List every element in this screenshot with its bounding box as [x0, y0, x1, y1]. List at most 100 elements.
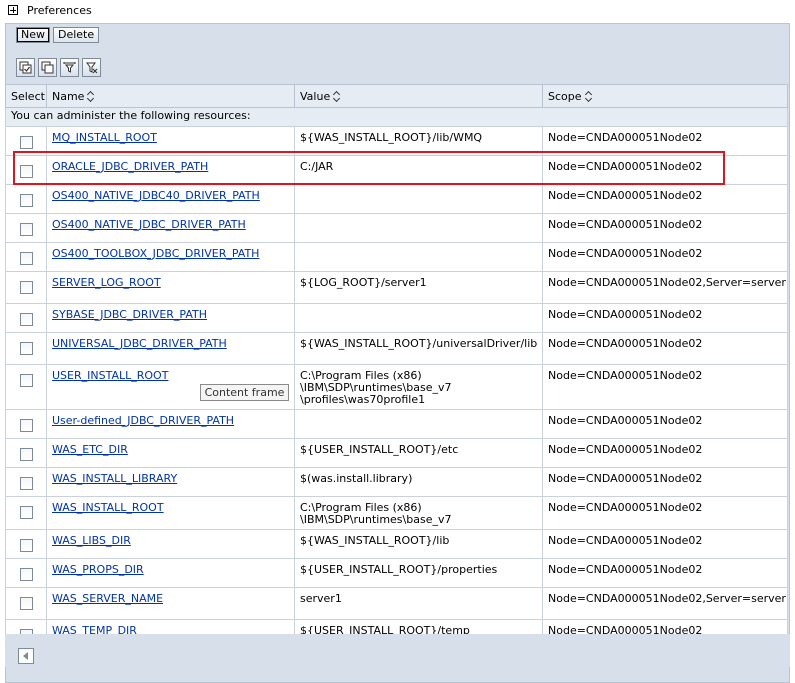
scope-cell: Node=CNDA000051Node02 — [542, 242, 788, 272]
select-cell — [5, 467, 47, 497]
value-column-header[interactable]: Value — [294, 84, 543, 108]
table-header-row: Select Name Value Scope — [5, 84, 788, 108]
table-row: WAS_PROPS_DIR ${USER_INSTALL_ROOT}/proper… — [5, 558, 788, 588]
row-select-checkbox[interactable] — [19, 165, 33, 178]
scope-cell: Node=CNDA000051Node02 — [542, 155, 788, 185]
variable-name-link[interactable]: OS400_NATIVE_JDBC_DRIVER_PATH — [52, 218, 246, 231]
row-select-checkbox[interactable] — [19, 342, 33, 355]
select-cell — [5, 184, 47, 214]
variable-name-link[interactable]: WAS_LIBS_DIR — [52, 534, 131, 547]
value-text: ${WAS_INSTALL_ROOT}/lib — [300, 534, 450, 547]
value-cell: C:/JAR — [294, 155, 543, 185]
table-row: SYBASE_JDBC_DRIVER_PATH Node=CNDA000051No… — [5, 303, 788, 333]
show-filter-icon[interactable] — [60, 58, 79, 77]
deselect-all-icon[interactable] — [38, 58, 57, 77]
select-cell — [5, 529, 47, 559]
name-column-header[interactable]: Name — [46, 84, 295, 108]
row-select-checkbox[interactable] — [19, 506, 33, 519]
row-select-checkbox[interactable] — [19, 448, 33, 461]
variable-name-link[interactable]: OS400_NATIVE_JDBC40_DRIVER_PATH — [52, 189, 260, 202]
value-text: ${LOG_ROOT}/server1 — [300, 276, 427, 289]
select-cell — [5, 126, 47, 156]
value-text: $(was.install.library) — [300, 472, 413, 485]
name-cell: MQ_INSTALL_ROOT — [46, 126, 295, 156]
pager-strip — [5, 634, 790, 667]
table-row: WAS_INSTALL_LIBRARY $(was.install.library… — [5, 467, 788, 497]
table-row: OS400_TOOLBOX_JDBC_DRIVER_PATH Node=CNDA0… — [5, 242, 788, 272]
preferences-label: Preferences — [27, 3, 92, 17]
variable-name-link[interactable]: OS400_TOOLBOX_JDBC_DRIVER_PATH — [52, 247, 259, 260]
value-cell: ${LOG_ROOT}/server1 — [294, 271, 543, 304]
select-cell — [5, 332, 47, 365]
table-row: ORACLE_JDBC_DRIVER_PATH C:/JAR Node=CNDA00… — [5, 155, 788, 185]
scope-column-header[interactable]: Scope — [542, 84, 788, 108]
value-text: \IBM\SDP\runtimes\base_v7 — [300, 513, 452, 526]
row-select-checkbox[interactable] — [19, 568, 33, 581]
sort-icon[interactable] — [333, 91, 341, 101]
select-column-header: Select — [5, 84, 47, 108]
variable-name-link[interactable]: MQ_INSTALL_ROOT — [52, 131, 157, 144]
value-text: ${USER_INSTALL_ROOT}/etc — [300, 443, 459, 456]
scope-cell: Node=CNDA000051Node02,Server=server1 — [542, 271, 788, 304]
variable-name-link[interactable]: WAS_INSTALL_LIBRARY — [52, 472, 177, 485]
variable-name-link[interactable]: WAS_PROPS_DIR — [52, 563, 144, 576]
row-select-checkbox[interactable] — [19, 597, 33, 610]
variable-name-link[interactable]: WAS_ETC_DIR — [52, 443, 128, 456]
sort-icon[interactable] — [87, 91, 95, 101]
name-cell: OS400_NATIVE_JDBC_DRIVER_PATH — [46, 213, 295, 243]
value-cell — [294, 409, 543, 439]
variables-table: Select Name Value Scope You can administ… — [5, 84, 788, 652]
scope-cell: Node=CNDA000051Node02 — [542, 126, 788, 156]
row-select-checkbox[interactable] — [19, 477, 33, 490]
name-cell: WAS_INSTALL_LIBRARY — [46, 467, 295, 497]
value-cell: C:\Program Files (x86) \IBM\SDP\runtimes\… — [294, 364, 543, 410]
preferences-toggle[interactable]: Preferences — [8, 3, 92, 17]
scope-cell: Node=CNDA000051Node02 — [542, 529, 788, 559]
variable-name-link[interactable]: USER_INSTALL_ROOT — [52, 369, 168, 382]
scope-cell: Node=CNDA000051Node02 — [542, 332, 788, 365]
row-select-checkbox[interactable] — [19, 313, 33, 326]
variable-name-link[interactable]: SYBASE_JDBC_DRIVER_PATH — [52, 308, 207, 321]
row-select-checkbox[interactable] — [19, 136, 33, 149]
row-select-checkbox[interactable] — [19, 419, 33, 432]
new-button[interactable]: New — [16, 27, 50, 43]
sort-icon[interactable] — [585, 91, 593, 101]
info-row: You can administer the following resourc… — [5, 107, 788, 127]
value-cell: $(was.install.library) — [294, 467, 543, 497]
button-bar: New Delete — [16, 27, 100, 43]
value-text: ${USER_INSTALL_ROOT}/properties — [300, 563, 498, 576]
row-select-checkbox[interactable] — [19, 194, 33, 207]
delete-button[interactable]: Delete — [53, 27, 100, 43]
value-cell: server1 — [294, 587, 543, 620]
row-select-checkbox[interactable] — [19, 281, 33, 294]
name-cell: ORACLE_JDBC_DRIVER_PATH — [46, 155, 295, 185]
select-all-icon[interactable] — [16, 58, 35, 77]
name-cell: WAS_LIBS_DIR — [46, 529, 295, 559]
clear-filter-icon[interactable] — [82, 58, 101, 77]
variable-name-link[interactable]: WAS_INSTALL_ROOT — [52, 501, 164, 514]
variable-name-link[interactable]: User-defined_JDBC_DRIVER_PATH — [52, 414, 234, 427]
name-cell: User-defined_JDBC_DRIVER_PATH — [46, 409, 295, 439]
table-row: WAS_LIBS_DIR ${WAS_INSTALL_ROOT}/lib Node=… — [5, 529, 788, 559]
variable-name-link[interactable]: WAS_SERVER_NAME — [52, 592, 163, 605]
scope-cell: Node=CNDA000051Node02 — [542, 364, 788, 410]
row-select-checkbox[interactable] — [19, 223, 33, 236]
variable-name-link[interactable]: UNIVERSAL_JDBC_DRIVER_PATH — [52, 337, 227, 350]
row-select-checkbox[interactable] — [19, 252, 33, 265]
select-cell — [5, 242, 47, 272]
name-cell: WAS_SERVER_NAME — [46, 587, 295, 620]
variable-name-link[interactable]: SERVER_LOG_ROOT — [52, 276, 161, 289]
variable-name-link[interactable]: ORACLE_JDBC_DRIVER_PATH — [52, 160, 208, 173]
select-cell — [5, 438, 47, 468]
name-cell: WAS_PROPS_DIR — [46, 558, 295, 588]
scope-cell: Node=CNDA000051Node02 — [542, 558, 788, 588]
row-select-checkbox[interactable] — [19, 374, 33, 387]
select-cell — [5, 155, 47, 185]
value-cell: ${USER_INSTALL_ROOT}/etc — [294, 438, 543, 468]
row-select-checkbox[interactable] — [19, 539, 33, 552]
name-cell: WAS_INSTALL_ROOT — [46, 496, 295, 530]
previous-page-button[interactable] — [18, 648, 34, 664]
scope-cell: Node=CNDA000051Node02 — [542, 303, 788, 333]
name-cell: OS400_NATIVE_JDBC40_DRIVER_PATH — [46, 184, 295, 214]
scope-cell: Node=CNDA000051Node02 — [542, 184, 788, 214]
